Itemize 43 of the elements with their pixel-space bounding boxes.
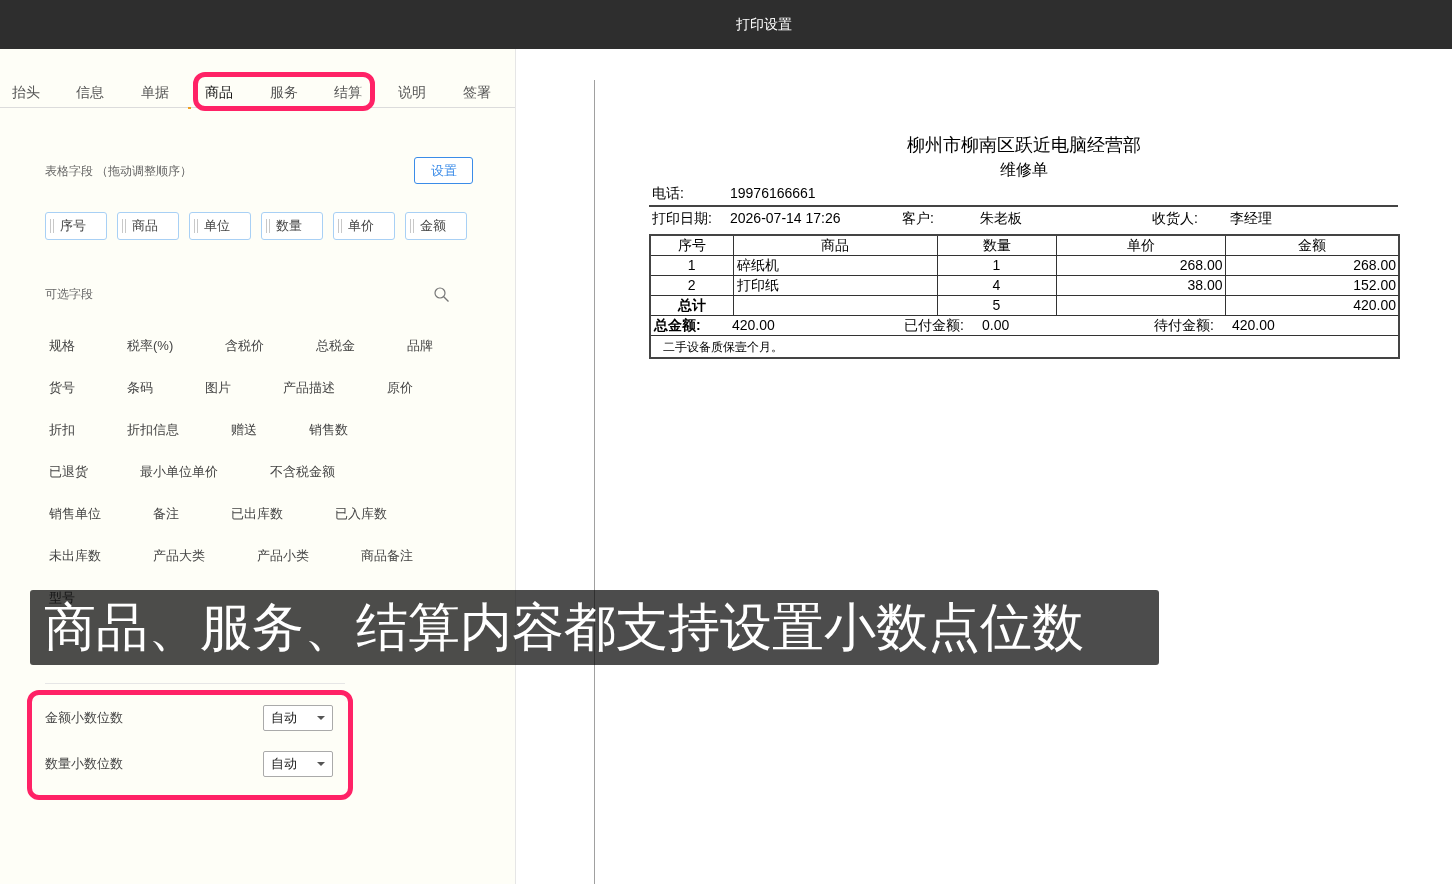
window-title: 打印设置	[736, 15, 792, 34]
setting-label: 金额小数位数	[45, 709, 123, 728]
field-label: 收货人:	[1152, 208, 1198, 228]
table-header-cell: 金额	[1225, 235, 1399, 255]
setting-label: 数量小数位数	[45, 755, 123, 774]
table-cell: 4	[937, 275, 1056, 295]
receipt-title: 柳州市柳南区跃近电脑经营部	[906, 134, 1141, 157]
field-value: 420.00	[1232, 315, 1275, 335]
table-cell: 2	[650, 275, 733, 295]
chip-label: 序号	[60, 217, 86, 236]
note-text: 二手设备质保壹个月。	[663, 339, 783, 354]
table-header-cell: 单价	[1056, 235, 1225, 255]
section-label: 可选字段	[45, 286, 93, 303]
chip-label: 单价	[348, 217, 374, 236]
table-cell: 1	[650, 255, 733, 275]
receipt-subtitle: 维修单	[999, 160, 1048, 180]
table-header-cell: 数量	[937, 235, 1056, 255]
section-label: 表格字段 （拖动调整顺序）	[45, 162, 193, 180]
field-label: 电话:	[652, 183, 684, 203]
chip-label: 单位	[204, 217, 230, 236]
field-value: 2026-07-14 17:26	[730, 208, 841, 228]
table-cell: 268.00	[1056, 255, 1225, 275]
table-cell: 总计	[650, 295, 733, 315]
field-value: 19976166661	[730, 183, 816, 203]
field-label: 已付金额:	[904, 315, 964, 335]
field-label: 总金额:	[654, 315, 701, 335]
chip-label: 金额	[420, 217, 446, 236]
table-header-cell: 商品	[733, 235, 937, 255]
field-value: 0.00	[982, 315, 1010, 335]
chip-label: 商品	[132, 217, 158, 236]
table-cell: 38.00	[1056, 275, 1225, 295]
field-value: 420.00	[732, 315, 775, 335]
field-value: 朱老板	[980, 208, 1022, 228]
field-value: 李经理	[1230, 208, 1272, 228]
field-label: 待付金额:	[1154, 315, 1214, 335]
field-label: 客户:	[902, 208, 934, 228]
table-header-cell: 序号	[650, 235, 733, 255]
chip-label: 数量	[276, 217, 302, 236]
table-cell: 1	[937, 255, 1056, 275]
table-cell: 5	[937, 295, 1056, 315]
table-cell: 打印纸	[733, 275, 937, 295]
field-label: 打印日期:	[652, 208, 712, 228]
table-cell: 碎纸机	[733, 255, 937, 275]
